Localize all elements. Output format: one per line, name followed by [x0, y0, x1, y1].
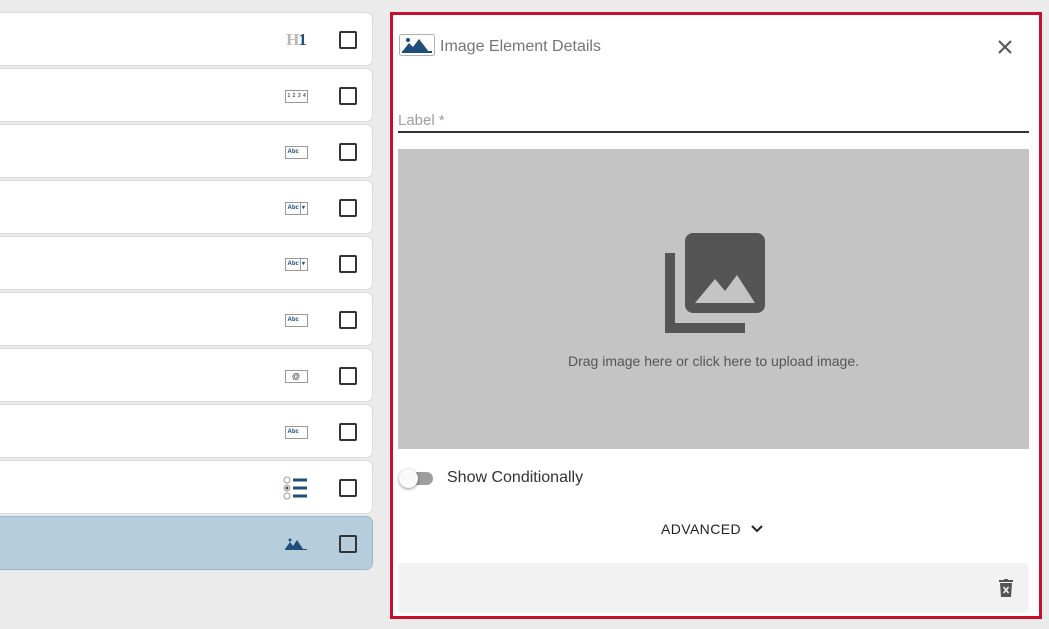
close-button[interactable] [995, 37, 1015, 57]
row-checkbox[interactable] [339, 199, 357, 217]
image-element-details-panel: Image Element Details Drag image here or… [390, 12, 1042, 619]
list-item-email[interactable]: @ [0, 348, 373, 402]
heading-icon: H1 [286, 30, 307, 49]
row-checkbox[interactable] [339, 143, 357, 161]
list-item-text[interactable]: Abc [0, 404, 373, 458]
list-item-number[interactable]: 1 2 3 4 [0, 68, 373, 122]
row-checkbox[interactable] [339, 87, 357, 105]
list-item-image[interactable] [0, 516, 373, 570]
list-item-heading[interactable]: H1 [0, 12, 373, 66]
chevron-down-icon: ▾ [299, 258, 307, 270]
show-conditionally-label: Show Conditionally [447, 469, 584, 486]
delete-button[interactable] [997, 577, 1015, 599]
list-item-dropdown[interactable]: Abc ▾ [0, 180, 373, 234]
panel-footer [398, 563, 1029, 613]
advanced-button[interactable]: ADVANCED [661, 518, 763, 540]
dropzone-instructions: Drag image here or click here to upload … [567, 353, 860, 369]
label-field[interactable] [398, 95, 1029, 133]
text-field-icon: Abc [283, 307, 309, 333]
email-field-icon: @ [283, 363, 309, 389]
image-element-icon [283, 531, 309, 557]
chevron-down-icon: ▾ [299, 202, 307, 214]
row-checkbox[interactable] [339, 255, 357, 273]
show-conditionally-row: Show Conditionally [399, 467, 583, 489]
row-checkbox[interactable] [339, 367, 357, 385]
list-item-text[interactable]: Abc [0, 124, 373, 178]
photo-library-icon [663, 233, 765, 340]
dropdown-field-icon: Abc ▾ [283, 195, 309, 221]
list-item-text[interactable]: Abc [0, 292, 373, 346]
row-checkbox[interactable] [339, 423, 357, 441]
panel-title: Image Element Details [440, 38, 601, 55]
radio-list-icon [283, 475, 309, 501]
image-element-icon [399, 33, 435, 61]
image-upload-dropzone[interactable]: Drag image here or click here to upload … [398, 149, 1029, 449]
text-field-icon: Abc [283, 419, 309, 445]
show-conditionally-toggle[interactable] [399, 468, 435, 488]
panel-header: Image Element Details [399, 33, 601, 61]
row-checkbox[interactable] [339, 311, 357, 329]
close-icon [998, 40, 1012, 54]
row-checkbox[interactable] [339, 31, 357, 49]
row-checkbox[interactable] [339, 535, 357, 553]
dropdown-field-icon: Abc ▾ [283, 251, 309, 277]
chevron-down-icon [751, 525, 763, 533]
number-field-icon: 1 2 3 4 [283, 83, 309, 109]
text-field-icon: Abc [283, 139, 309, 165]
list-item-radio[interactable] [0, 460, 373, 514]
list-item-dropdown[interactable]: Abc ▾ [0, 236, 373, 290]
trash-icon [999, 579, 1013, 597]
row-checkbox[interactable] [339, 479, 357, 497]
